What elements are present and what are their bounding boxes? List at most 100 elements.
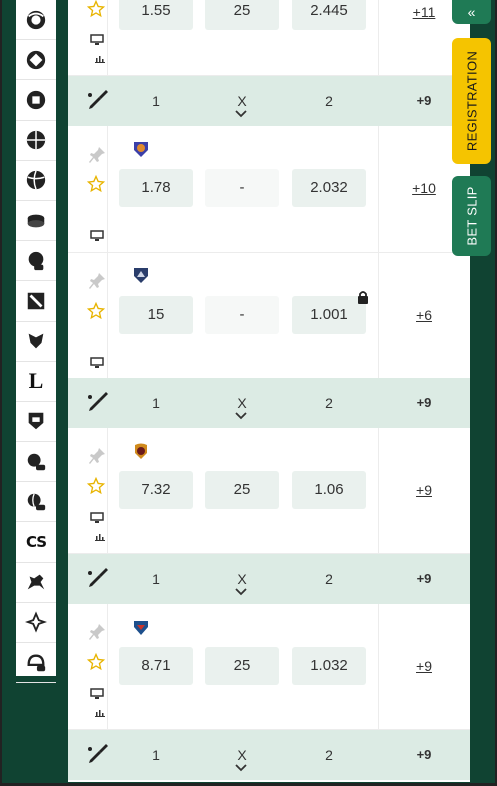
sport-item-esports-basketball[interactable] <box>16 241 56 282</box>
odds-button-2[interactable]: 1.06 <box>292 471 366 509</box>
odds-button-x[interactable]: 25 <box>205 647 279 685</box>
sport-item-esports-spiral[interactable] <box>16 603 56 643</box>
more-markets-link[interactable]: +11 <box>398 4 450 20</box>
chevron-down-icon[interactable] <box>235 587 247 596</box>
cricket-bat-icon <box>88 568 108 587</box>
market-header: 1 X 2 +9 <box>68 730 470 780</box>
collapse-tab[interactable]: « <box>452 0 491 24</box>
league-icon: L <box>28 368 44 394</box>
bet-slip-tab[interactable]: BET SLIP <box>452 176 491 256</box>
registration-label: REGISTRATION <box>464 50 479 152</box>
pin-icon[interactable] <box>88 447 106 465</box>
volleyball-icon <box>26 170 46 190</box>
statistics-icon[interactable] <box>95 532 105 541</box>
esports-spiral-icon <box>25 611 47 633</box>
world-of-tanks-icon <box>28 413 44 430</box>
sport-item-esports-football[interactable] <box>16 442 56 483</box>
star-icon[interactable] <box>87 653 105 671</box>
odds-button-1[interactable]: 1.55 <box>119 0 193 30</box>
monitor-icon[interactable] <box>90 230 104 242</box>
team-logo-icon <box>135 443 147 459</box>
esports-volleyball-icon <box>27 493 46 511</box>
odds-button-x[interactable]: 25 <box>205 471 279 509</box>
lock-icon <box>358 291 368 304</box>
star-icon[interactable] <box>87 0 105 18</box>
sport-item-basketball[interactable] <box>16 121 56 161</box>
event-row: 1.78 - 2.032 +10 <box>68 126 470 253</box>
pin-icon[interactable] <box>88 623 106 641</box>
horse-racing-icon <box>27 574 45 590</box>
event-row: 15 - 1.001 +6 <box>68 253 470 379</box>
chevron-down-icon[interactable] <box>235 411 247 420</box>
sport-item-ice-hockey[interactable] <box>16 201 56 242</box>
odds-button-1[interactable]: 7.32 <box>119 471 193 509</box>
more-markets-link[interactable]: +6 <box>398 307 450 323</box>
statistics-icon[interactable] <box>95 54 105 63</box>
more-markets-count[interactable]: +9 <box>398 554 450 604</box>
odds-button-2[interactable]: 1.032 <box>292 647 366 685</box>
esports-basketball-icon <box>28 251 44 270</box>
cricket-bat-icon <box>88 392 108 411</box>
odds-button-2[interactable]: 2.032 <box>292 169 366 207</box>
event-row: 1.55 25 2.445 +11 <box>68 0 470 76</box>
odds-button-x[interactable]: - <box>205 169 279 207</box>
header-label-1: 1 <box>152 395 160 411</box>
chevron-down-icon[interactable] <box>235 763 247 772</box>
chevron-down-icon[interactable] <box>235 109 247 118</box>
odds-button-2[interactable]: 1.001 <box>292 296 366 334</box>
registration-tab[interactable]: REGISTRATION <box>452 38 491 164</box>
odds-button-1[interactable]: 1.78 <box>119 169 193 207</box>
sport-item-dota[interactable] <box>16 281 56 322</box>
monitor-icon[interactable] <box>90 357 104 369</box>
pin-icon[interactable] <box>88 146 106 164</box>
event-row: 7.32 25 1.06 +9 <box>68 428 470 554</box>
sport-item-esports-helmet[interactable] <box>16 643 56 684</box>
more-markets-link[interactable]: +9 <box>398 658 450 674</box>
sport-item-world-of-tanks[interactable] <box>16 402 56 443</box>
monitor-icon[interactable] <box>90 34 104 46</box>
odds-button-1[interactable]: 15 <box>119 296 193 334</box>
header-label-2: 2 <box>325 571 333 587</box>
monitor-icon[interactable] <box>90 512 104 524</box>
more-markets-count[interactable]: +9 <box>398 378 450 428</box>
market-header: 1 X 2 +9 <box>68 378 470 428</box>
ice-hockey-icon <box>27 214 45 227</box>
team-logo-icon <box>134 268 148 283</box>
star-icon[interactable] <box>87 477 105 495</box>
header-label-x: X <box>237 747 247 763</box>
cricket-bat-icon <box>88 90 108 109</box>
statistics-icon[interactable] <box>95 708 105 717</box>
more-markets-link[interactable]: +9 <box>398 482 450 498</box>
market-header: 1 X 2 +9 <box>68 554 470 604</box>
odds-button-1[interactable]: 8.71 <box>119 647 193 685</box>
odds-button-x[interactable]: - <box>205 296 279 334</box>
sport-item-esports-warrior[interactable] <box>16 322 56 362</box>
sport-item-counter-strike[interactable]: CS <box>16 522 56 563</box>
more-markets-link[interactable]: +10 <box>398 180 450 196</box>
sport-item-1[interactable] <box>16 0 56 41</box>
sport-item-horse-racing[interactable] <box>16 563 56 603</box>
sport-sidebar: L CS <box>16 0 56 684</box>
basketball-icon <box>26 130 46 150</box>
sport-item-volleyball[interactable] <box>16 161 56 201</box>
more-markets-count[interactable]: +9 <box>398 730 450 780</box>
cricket-bat-icon <box>88 744 108 763</box>
star-icon[interactable] <box>87 175 105 193</box>
counter-strike-icon: CS <box>25 533 47 552</box>
sport-item-esports-volleyball[interactable] <box>16 482 56 523</box>
more-markets-count[interactable]: +9 <box>398 76 450 126</box>
market-header: 1 X 2 +9 <box>68 76 470 126</box>
sport-item-3[interactable] <box>16 80 56 121</box>
star-icon[interactable] <box>87 302 105 320</box>
header-label-x: X <box>237 395 247 411</box>
double-chevron-left-icon: « <box>467 4 476 20</box>
pin-icon[interactable] <box>88 272 106 290</box>
odds-button-x[interactable]: 25 <box>205 0 279 30</box>
sport-item-2[interactable] <box>16 40 56 81</box>
header-label-2: 2 <box>325 395 333 411</box>
team-logo-icon <box>134 142 148 157</box>
monitor-icon[interactable] <box>90 688 104 700</box>
sport-item-league[interactable]: L <box>16 362 56 402</box>
odds-button-2[interactable]: 2.445 <box>292 0 366 30</box>
dota-icon <box>27 292 45 310</box>
